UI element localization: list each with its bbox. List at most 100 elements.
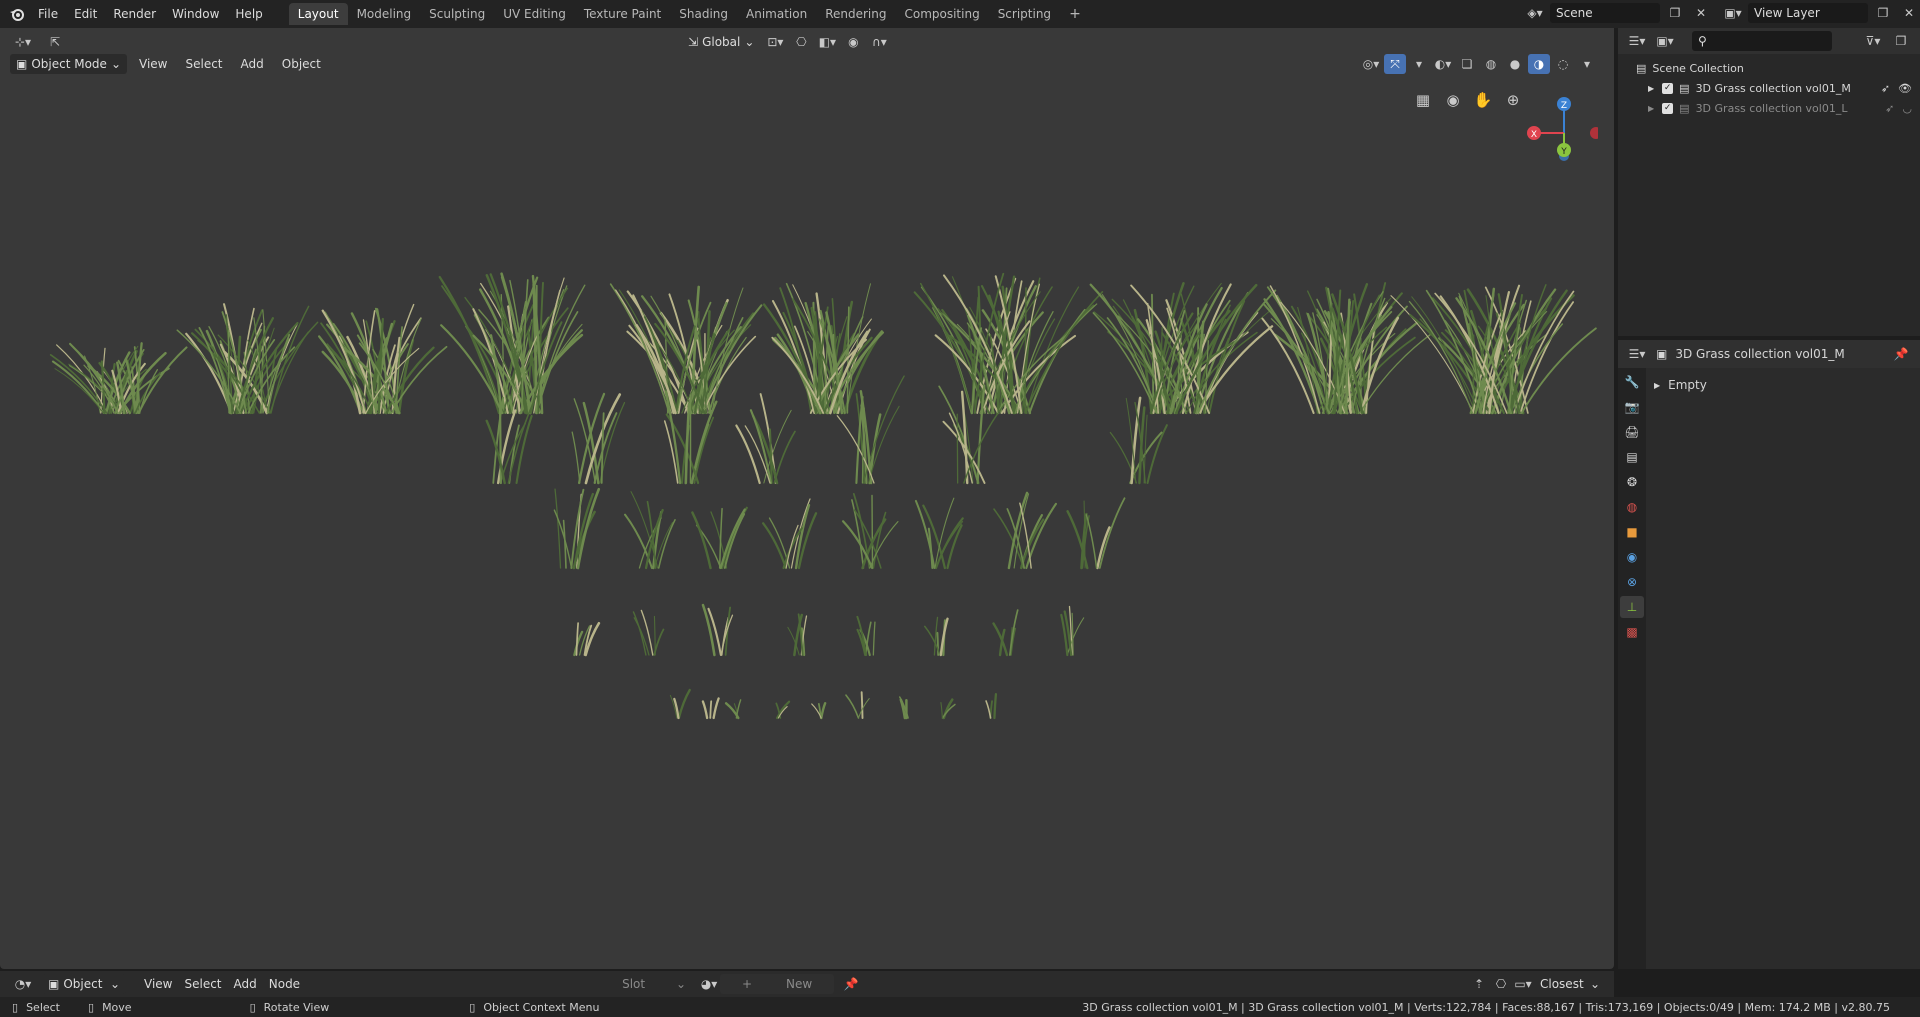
object-type-dropdown[interactable]: ▣ Object ⌄ [42, 974, 126, 994]
chevron-down-icon: ⌄ [1589, 977, 1600, 991]
node-snap-icon[interactable]: ⎔ [1490, 974, 1512, 994]
context-menu-icon: ▯ [469, 1000, 476, 1014]
scene-statistics: 3D Grass collection vol01_M | 3D Grass c… [1082, 1000, 1890, 1014]
grass-tuft [992, 609, 1019, 657]
mouse-left-icon: ▯ [12, 1000, 19, 1014]
snap-mode-label: Closest [1540, 977, 1584, 991]
world-tab-icon[interactable]: ◍ [1620, 496, 1644, 518]
physics-tab-icon[interactable]: ◉ [1620, 546, 1644, 568]
grass-tuft [811, 701, 827, 720]
close-view-layer-icon[interactable]: ✕ [1898, 3, 1920, 23]
output-tab-icon[interactable]: 🖨 [1620, 421, 1644, 443]
empty-section-label[interactable]: Empty [1668, 378, 1707, 392]
node-menu-node[interactable]: Node [263, 974, 306, 994]
object-icon: ▣ [48, 977, 60, 991]
grass-tuft [1261, 282, 1433, 415]
outliner-editor-icon[interactable]: ☰▾ [1626, 31, 1648, 51]
snap-element-icon[interactable]: ▭▾ [1512, 974, 1534, 994]
grass-tuft [571, 392, 626, 485]
top-bar: File Edit Render Window Help Layout Mode… [0, 0, 1920, 28]
object-tab-icon[interactable]: ■ [1620, 521, 1644, 543]
grass-tuft [624, 491, 676, 570]
collection-icon: ▤ [1679, 101, 1690, 115]
menu-window[interactable]: Window [164, 3, 227, 25]
grass-tuft [632, 609, 665, 656]
tab-rendering[interactable]: Rendering [816, 3, 895, 25]
chevron-down-icon: ⌄ [676, 977, 687, 991]
copy-view-layer-icon[interactable]: ❐ [1872, 3, 1894, 23]
status-move: Move [102, 1000, 132, 1014]
status-select: Select [26, 1000, 60, 1014]
select-arrow-icon[interactable]: ➶ [1881, 82, 1890, 95]
tab-shading[interactable]: Shading [670, 3, 737, 25]
new-collection-icon[interactable]: ❐ [1890, 31, 1912, 51]
properties-title: 3D Grass collection vol01_M [1675, 347, 1845, 361]
menu-edit[interactable]: Edit [66, 3, 105, 25]
view-layer-icon[interactable]: ▣▾ [1722, 3, 1744, 23]
grass-tuft [691, 506, 748, 570]
grass-tuft [176, 303, 319, 415]
snap-mode-dropdown[interactable]: Closest ⌄ [1534, 974, 1606, 994]
slot-dropdown[interactable]: Slot ⌄ [616, 974, 692, 994]
pin-icon[interactable]: 📌 [840, 974, 862, 994]
menu-file[interactable]: File [30, 3, 66, 25]
filter-icon[interactable]: ⊽▾ [1862, 31, 1884, 51]
menu-help[interactable]: Help [227, 3, 270, 25]
constraints-tab-icon[interactable]: ⊗ [1620, 571, 1644, 593]
node-menu-add[interactable]: Add [228, 974, 263, 994]
tab-uv-editing[interactable]: UV Editing [494, 3, 575, 25]
status-context-menu: Object Context Menu [483, 1000, 600, 1014]
add-workspace-button[interactable]: + [1060, 3, 1090, 25]
parent-node-icon[interactable]: ⇡ [1468, 974, 1490, 994]
status-bar: ▯ Select ▯ Move ▯ Rotate View ▯ Object C… [0, 997, 1920, 1017]
node-menu-view[interactable]: View [138, 974, 178, 994]
tab-layout[interactable]: Layout [288, 3, 348, 25]
copy-scene-icon[interactable]: ❐ [1664, 3, 1686, 23]
tab-sculpting[interactable]: Sculpting [420, 3, 494, 25]
properties-tabs: 🔧 📷 🖨 ▤ ❂ ◍ ■ ◉ ⊗ ⊥ ▩ [1618, 368, 1646, 969]
pin-icon[interactable]: 📌 [1890, 344, 1912, 364]
display-mode-icon[interactable]: ▣▾ [1654, 31, 1676, 51]
include-checkbox[interactable]: ✓ [1662, 102, 1674, 114]
outliner-item[interactable]: ▶ ✓ ▤ 3D Grass collection vol01_M ➶ 👁 [1626, 78, 1912, 98]
render-tab-icon[interactable]: 📷 [1620, 396, 1644, 418]
mouse-middle-icon: ▯ [88, 1000, 95, 1014]
tab-compositing[interactable]: Compositing [895, 3, 988, 25]
view-layer-field[interactable]: View Layer [1748, 3, 1868, 23]
grass-tuft [669, 688, 691, 720]
material-browse-icon[interactable]: ◕▾ [698, 974, 720, 994]
tab-modeling[interactable]: Modeling [348, 3, 421, 25]
menu-render[interactable]: Render [105, 3, 164, 25]
include-checkbox[interactable]: ✓ [1662, 82, 1674, 94]
outliner-scene-collection[interactable]: ▤ Scene Collection [1626, 58, 1912, 78]
tab-animation[interactable]: Animation [737, 3, 816, 25]
expand-arrow-icon[interactable]: ▶ [1654, 381, 1660, 390]
tab-scripting[interactable]: Scripting [989, 3, 1060, 25]
outliner-search-input[interactable]: ⚲ [1692, 31, 1832, 51]
3d-viewport[interactable]: ⊹▾ ⇱ ⇲ Global ⌄ ⊡▾ ⎔ ◧▾ ◉ ∩▾ ▣ Object Mo… [0, 28, 1614, 969]
properties-editor-icon[interactable]: ☰▾ [1626, 344, 1648, 364]
node-menu-select[interactable]: Select [178, 974, 227, 994]
view-layer-tab-icon[interactable]: ▤ [1620, 446, 1644, 468]
scene-collection-label: Scene Collection [1652, 61, 1744, 75]
object-data-tab-icon[interactable]: ⊥ [1620, 596, 1644, 618]
blender-logo-icon[interactable] [4, 4, 30, 24]
collection-label: 3D Grass collection vol01_M [1695, 81, 1851, 95]
outliner-item[interactable]: ▶ ✓ ▤ 3D Grass collection vol01_L ➶ ◡ [1626, 98, 1912, 118]
status-rotate: Rotate View [263, 1000, 330, 1014]
tab-texture-paint[interactable]: Texture Paint [575, 3, 670, 25]
scene-icon[interactable]: ◈▾ [1524, 3, 1546, 23]
tool-tab-icon[interactable]: 🔧 [1620, 371, 1644, 393]
expand-arrow-icon[interactable]: ▶ [1648, 84, 1654, 93]
expand-arrow-icon[interactable]: ▶ [1648, 104, 1654, 113]
select-arrow-icon[interactable]: ➶ [1885, 102, 1894, 115]
eye-closed-icon[interactable]: ◡ [1902, 102, 1912, 115]
texture-tab-icon[interactable]: ▩ [1620, 621, 1644, 643]
slot-label: Slot [622, 977, 646, 991]
close-scene-icon[interactable]: ✕ [1690, 3, 1712, 23]
shader-editor-type-icon[interactable]: ◔▾ [8, 974, 38, 994]
eye-icon[interactable]: 👁 [1898, 82, 1912, 95]
new-material-button[interactable]: + New [720, 974, 835, 994]
scene-field[interactable]: Scene [1550, 3, 1660, 23]
scene-tab-icon[interactable]: ❂ [1620, 471, 1644, 493]
